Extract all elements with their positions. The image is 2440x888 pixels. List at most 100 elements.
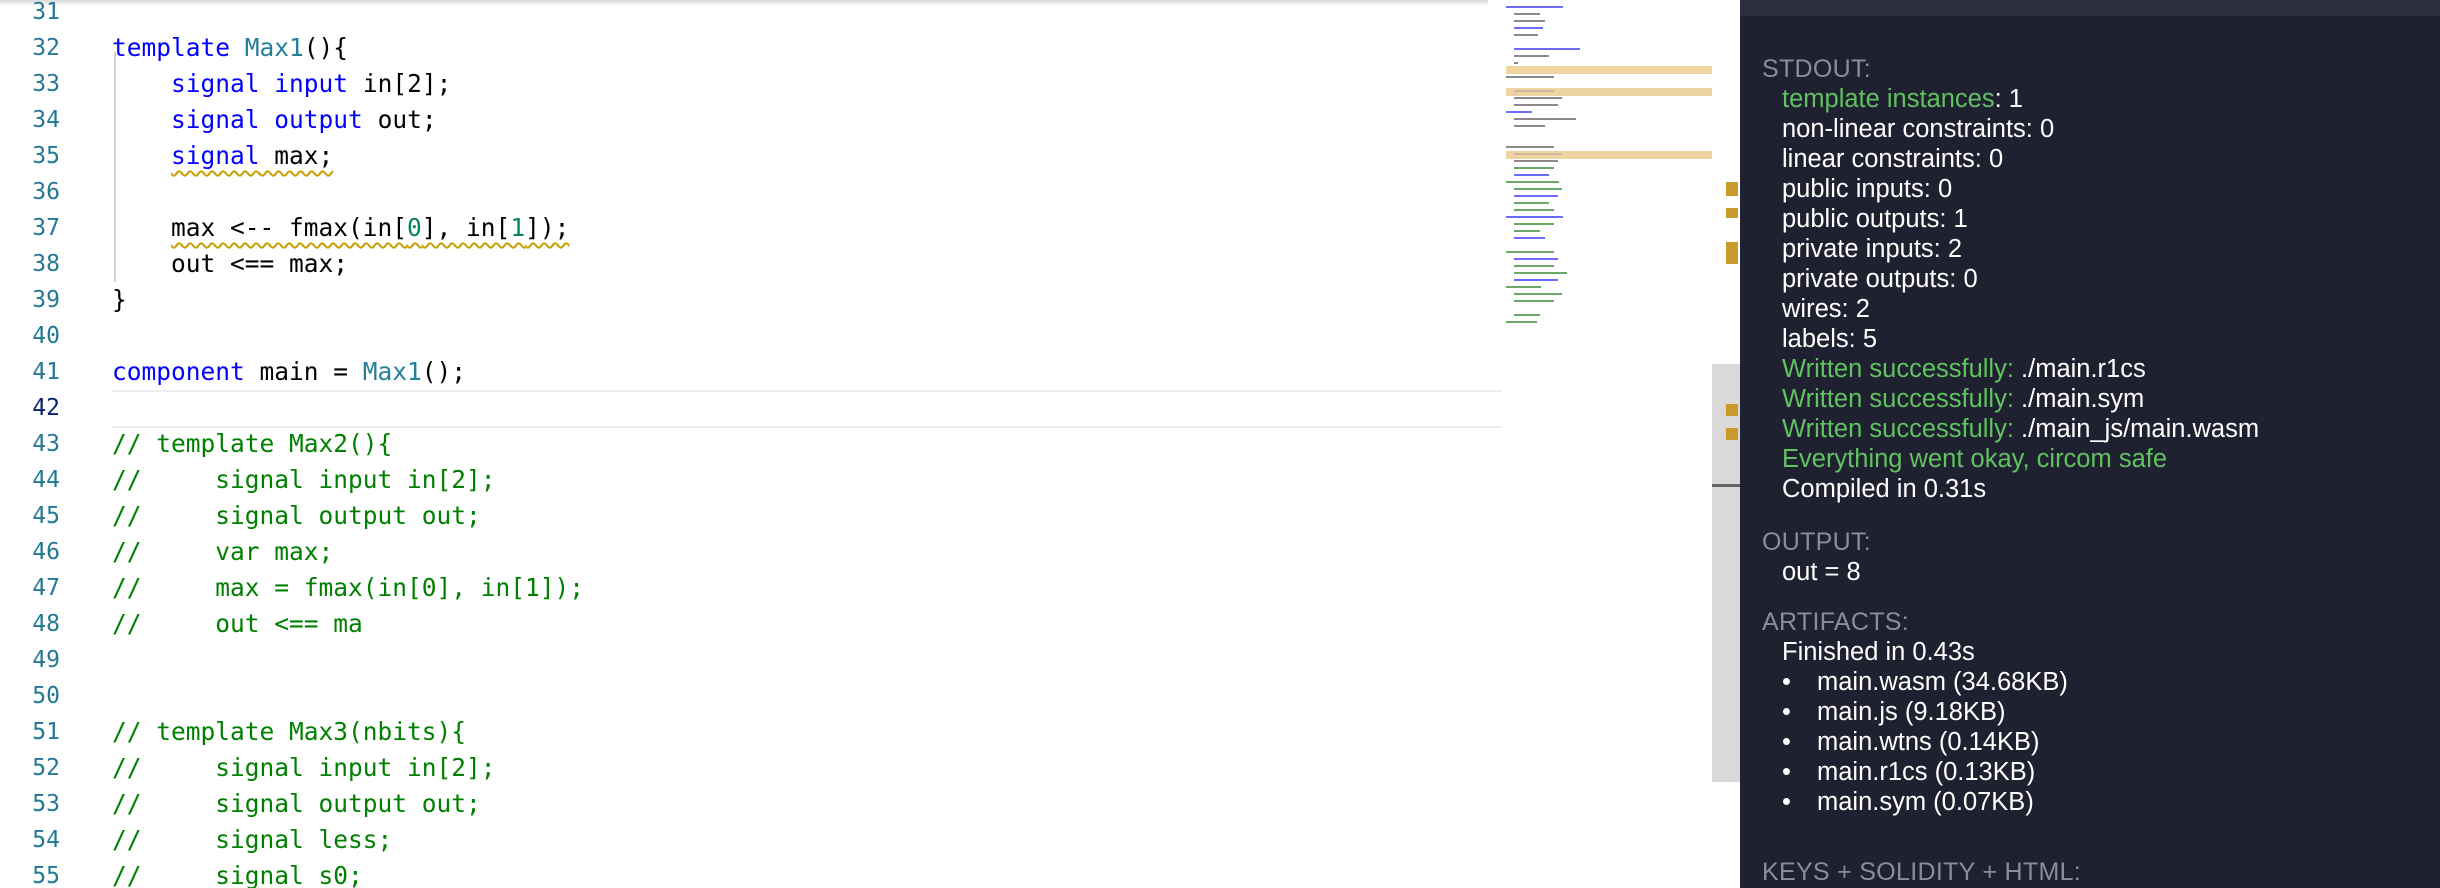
minimap[interactable] xyxy=(1506,6,1712,326)
code-token: // var max; xyxy=(112,537,334,566)
code-line[interactable]: 54 // signal less; xyxy=(0,822,1500,858)
code-line[interactable]: 52 // signal input in[2]; xyxy=(0,750,1500,786)
stdout-label: Compiled in 0.31s xyxy=(1782,475,1987,503)
code-line[interactable]: 49 xyxy=(0,642,1500,678)
code-line[interactable]: 47 // max = fmax(in[0], in[1]); xyxy=(0,570,1500,606)
code-token: // out <== ma xyxy=(112,609,363,638)
code-line[interactable]: 51 // template Max3(nbits){ xyxy=(0,714,1500,750)
stdout-value: 1 xyxy=(1953,205,1968,233)
code-line[interactable]: 37 max <-- fmax(in[0], in[1]); xyxy=(0,210,1500,246)
minimap-line xyxy=(1514,272,1567,274)
minimap-warning-highlight xyxy=(1506,151,1712,159)
line-code: signal output out; xyxy=(112,102,437,138)
stdout-label: template instances xyxy=(1782,85,1995,113)
bullet-icon: • xyxy=(1782,668,1791,696)
code-line[interactable]: 55 // signal s0; xyxy=(0,858,1500,888)
code-line[interactable]: 43 // template Max2(){ xyxy=(0,426,1500,462)
minimap-line xyxy=(1514,48,1580,50)
code-line[interactable]: 33 signal input in[2]; xyxy=(0,66,1500,102)
panel-header-bar xyxy=(1740,0,2440,16)
code-line[interactable]: 41 component main = Max1(); xyxy=(0,354,1500,390)
stdout-line: linear constraints: 0 xyxy=(1782,145,2003,174)
overview-ruler-warning xyxy=(1726,428,1738,440)
bullet-icon: • xyxy=(1782,698,1791,726)
code-line[interactable]: 36 xyxy=(0,174,1500,210)
code-line[interactable]: 46 // var max; xyxy=(0,534,1500,570)
code-line[interactable]: 50 xyxy=(0,678,1500,714)
scrollbar-thumb[interactable] xyxy=(1712,364,1740,782)
minimap-line xyxy=(1506,146,1555,148)
code-line[interactable]: 31 xyxy=(0,0,1500,30)
code-token: 0 xyxy=(407,213,422,242)
line-code: signal max; xyxy=(112,138,333,174)
minimap-line xyxy=(1514,62,1519,64)
stdout-value: 0 xyxy=(2039,115,2055,143)
artifacts-finished: Finished in 0.43s xyxy=(1782,638,1975,666)
code-editor[interactable]: 31 32 template Max1(){33 signal input in[2… xyxy=(0,0,1740,888)
line-code: // signal less; xyxy=(112,822,392,858)
line-number: 34 xyxy=(32,107,60,133)
code-token: in[2]; xyxy=(348,69,452,98)
code-line[interactable]: 53 // signal output out; xyxy=(0,786,1500,822)
code-line[interactable]: 48 // out <== ma xyxy=(0,606,1500,642)
code-line[interactable]: 44 // signal input in[2]; xyxy=(0,462,1500,498)
code-token: input xyxy=(274,69,349,98)
code-token: template xyxy=(112,33,245,62)
stdout-line: labels: 5 xyxy=(1782,325,1877,354)
bullet-icon: • xyxy=(1782,788,1791,816)
stdout-label: non-linear constraints xyxy=(1782,115,2026,143)
line-code: max <-- fmax(in[0], in[1]); xyxy=(112,210,569,246)
artifact-label: main.wasm (34.68KB) xyxy=(1817,668,2068,696)
code-line[interactable]: 38 out <== max; xyxy=(0,246,1500,282)
artifact-label: main.wtns (0.14KB) xyxy=(1817,728,2040,756)
line-number: 44 xyxy=(32,467,60,493)
minimap-line xyxy=(1514,279,1558,281)
line-code: // signal input in[2]; xyxy=(112,750,496,786)
code-token: (){ xyxy=(303,33,349,62)
code-token: 1 xyxy=(510,213,526,242)
stdout-separator: : xyxy=(1994,85,2009,113)
code-line[interactable]: 39} xyxy=(0,282,1500,318)
minimap-line xyxy=(1514,265,1554,267)
stdout-label: Everything went okay, circom safe xyxy=(1782,445,2168,473)
artifact-item: • main.wasm (34.68KB) xyxy=(1782,668,2068,697)
stdout-line: public inputs: 0 xyxy=(1782,175,1952,204)
line-number: 40 xyxy=(32,323,60,349)
code-line[interactable]: 40 xyxy=(0,318,1500,354)
artifact-label: main.sym (0.07KB) xyxy=(1817,788,2034,816)
minimap-line xyxy=(1506,111,1533,113)
minimap-line xyxy=(1514,209,1554,211)
line-number: 54 xyxy=(32,827,60,853)
stdout-value: ./main_js/main.wasm xyxy=(2021,415,2260,443)
minimap-line xyxy=(1514,188,1563,190)
overview-ruler-warning xyxy=(1726,208,1738,218)
code-line[interactable]: 42 xyxy=(0,390,1500,426)
minimap-warning-highlight xyxy=(1506,66,1712,74)
code-line[interactable]: 45 // signal output out; xyxy=(0,498,1500,534)
code-token: } xyxy=(112,285,127,314)
overview-ruler-warning xyxy=(1726,182,1738,196)
stdout-line: template instances: 1 xyxy=(1782,85,2023,114)
minimap-line xyxy=(1514,195,1558,197)
minimap-line xyxy=(1514,118,1576,120)
line-code: // out <== ma xyxy=(112,606,363,642)
line-number: 43 xyxy=(32,431,60,457)
code-token: // max = fmax(in[0], in[1]); xyxy=(112,573,585,602)
code-token: max; xyxy=(259,141,334,170)
stdout-separator xyxy=(2014,385,2021,413)
stdout-label: public outputs xyxy=(1782,205,1940,233)
code-line[interactable]: 32 template Max1(){ xyxy=(0,30,1500,66)
code-token: // signal output out; xyxy=(112,501,481,530)
stdout-line: private outputs: 0 xyxy=(1782,265,1978,294)
minimap-line xyxy=(1514,237,1545,239)
code-token: ]); xyxy=(525,213,570,242)
line-number: 55 xyxy=(32,863,60,888)
code-line[interactable]: 35 signal max; xyxy=(0,138,1500,174)
code-line[interactable]: 34 signal output out; xyxy=(0,102,1500,138)
code-token: max <-- fmax(in[ xyxy=(171,213,408,242)
bullet-icon: • xyxy=(1782,758,1791,786)
minimap-line xyxy=(1506,321,1537,323)
artifact-label: main.js (9.18KB) xyxy=(1817,698,2006,726)
line-code: // max = fmax(in[0], in[1]); xyxy=(112,570,584,606)
